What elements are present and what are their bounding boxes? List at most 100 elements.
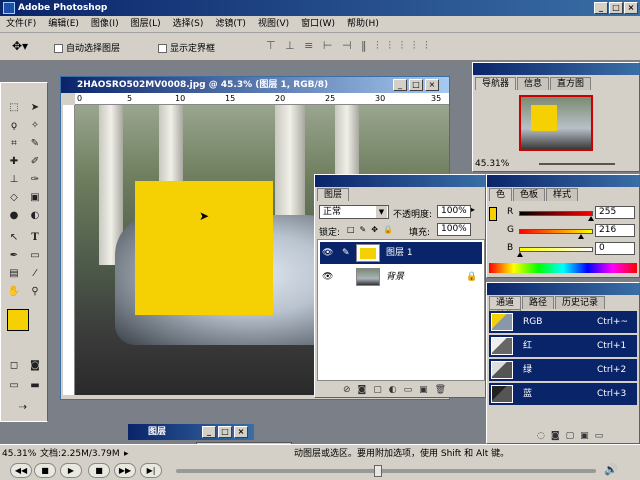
color-fg-swatch[interactable]	[489, 207, 497, 221]
layer-name[interactable]: 图层 1	[386, 242, 413, 264]
eye-icon[interactable]: 👁	[322, 242, 333, 264]
doc-minimize-button[interactable]: _	[393, 79, 407, 91]
layer-name[interactable]: 背景	[386, 266, 404, 288]
blur-tool-icon[interactable]: ●	[4, 207, 24, 224]
hand-tool-icon[interactable]: ✋	[4, 283, 24, 300]
dodge-tool-icon[interactable]: ◐	[25, 207, 45, 224]
chevron-down-icon[interactable]: ▼	[376, 206, 387, 218]
move-tool-icon[interactable]: ✥▾	[12, 39, 28, 53]
screen-mode-standard-icon[interactable]: ▭	[4, 377, 24, 394]
minimize-button[interactable]: _	[594, 2, 608, 14]
opacity-arrow-icon[interactable]: ▸	[471, 205, 475, 214]
navigator-zoom-slider[interactable]	[539, 163, 615, 165]
standard-mode-icon[interactable]: ◻	[4, 357, 24, 374]
layer-row-selected[interactable]: 👁 ✎ 图层 1	[320, 242, 482, 264]
zoom-tool-icon[interactable]: ⚲	[25, 283, 45, 300]
tab-layers[interactable]: 图层	[317, 188, 350, 201]
menu-filter[interactable]: 滤镜(T)	[209, 16, 252, 33]
seek-track[interactable]	[176, 469, 596, 473]
tab-channels[interactable]: 通道	[489, 296, 522, 309]
marquee-tool-icon[interactable]: ⬚	[4, 99, 24, 116]
tab-styles[interactable]: 样式	[546, 188, 579, 201]
status-zoom[interactable]: 45.31%	[2, 445, 36, 463]
yellow-layer-square[interactable]	[135, 181, 273, 315]
palette-close-button[interactable]: ×	[234, 426, 248, 438]
quickmask-mode-icon[interactable]: ◙	[25, 357, 45, 374]
minimized-layers-palette[interactable]: 图层 _ □ ×	[128, 424, 254, 440]
tab-navigator[interactable]: 导航器	[475, 77, 517, 90]
pen-tool-icon[interactable]: ✒	[4, 247, 24, 264]
navigator-zoom[interactable]: 45.31%	[475, 159, 509, 169]
stop-button[interactable]: ■	[88, 463, 110, 478]
crop-tool-icon[interactable]: ⌗	[4, 135, 24, 152]
type-tool-icon[interactable]: T	[25, 229, 45, 246]
rewind-button[interactable]: ◀◀	[10, 463, 32, 478]
channel-r-field[interactable]: 255	[595, 206, 635, 219]
gradient-tool-icon[interactable]: ▣	[25, 189, 45, 206]
palette-restore-button[interactable]: _	[202, 426, 216, 438]
maximize-button[interactable]: □	[609, 2, 623, 14]
channel-row[interactable]: 蓝 Ctrl+3	[489, 383, 637, 405]
fast-forward-button[interactable]: ▶▶	[114, 463, 136, 478]
show-bounds-option[interactable]: 显示定界框	[158, 41, 215, 54]
lock-options-icon[interactable]: □✎✥🔒	[347, 225, 398, 234]
slice-tool-icon[interactable]: ✎	[25, 135, 45, 152]
stamp-tool-icon[interactable]: ⊥	[4, 171, 24, 188]
opacity-field[interactable]: 100%	[437, 205, 471, 218]
menu-edit[interactable]: 编辑(E)	[42, 16, 85, 33]
menu-image[interactable]: 图像(I)	[85, 16, 125, 33]
eraser-tool-icon[interactable]: ◇	[4, 189, 24, 206]
fill-field[interactable]: 100%	[437, 223, 471, 236]
menu-window[interactable]: 窗口(W)	[295, 16, 341, 33]
brush-tool-icon[interactable]: ✐	[25, 153, 45, 170]
foreground-color-swatch[interactable]	[7, 309, 29, 331]
history-brush-icon[interactable]: ✑	[25, 171, 45, 188]
eye-icon[interactable]: 👁	[322, 266, 333, 288]
slider-thumb-icon[interactable]	[588, 216, 595, 221]
shape-tool-icon[interactable]: ▭	[25, 247, 45, 264]
channel-r-slider[interactable]	[519, 211, 595, 221]
color-spectrum-bar[interactable]	[489, 263, 637, 273]
status-arrow-icon[interactable]: ▸	[124, 445, 129, 463]
menu-help[interactable]: 帮助(H)	[341, 16, 385, 33]
navigator-thumbnail[interactable]	[519, 95, 593, 151]
align-buttons-icon[interactable]: ⊤ ⊥ ≡ ⊢ ⊣ ‖	[266, 39, 370, 52]
tab-swatches[interactable]: 色板	[513, 188, 546, 201]
channel-row[interactable]: RGB Ctrl+~	[489, 311, 637, 333]
blend-mode-select[interactable]: 正常 ▼	[319, 205, 389, 219]
next-button[interactable]: ▶|	[140, 463, 162, 478]
eyedropper-tool-icon[interactable]: ⁄	[25, 265, 45, 282]
doc-maximize-button[interactable]: □	[409, 79, 423, 91]
seek-thumb[interactable]	[374, 465, 382, 477]
healing-brush-icon[interactable]: ✚	[4, 153, 24, 170]
show-bounds-checkbox[interactable]	[158, 44, 167, 53]
channel-panel-buttons-icon[interactable]: ◌◙▢▣▭	[537, 431, 609, 441]
slider-thumb-icon[interactable]	[517, 252, 523, 257]
menu-layer[interactable]: 图层(L)	[125, 16, 167, 33]
channel-g-slider[interactable]	[519, 229, 593, 239]
doc-close-button[interactable]: ×	[425, 79, 439, 91]
auto-select-checkbox[interactable]	[54, 44, 63, 53]
move-tool-icon[interactable]: ➤	[25, 99, 45, 116]
notes-tool-icon[interactable]: ▤	[4, 265, 24, 282]
stop-button-left[interactable]: ■	[34, 463, 56, 478]
play-button[interactable]: ▶	[60, 463, 82, 478]
volume-icon[interactable]: 🔊	[604, 463, 618, 476]
channel-b-slider[interactable]	[517, 247, 593, 257]
palette-maximize-button[interactable]: □	[218, 426, 232, 438]
layer-row[interactable]: 👁 背景 🔒	[320, 266, 482, 288]
tab-paths[interactable]: 路径	[522, 296, 555, 309]
channel-row[interactable]: 红 Ctrl+1	[489, 335, 637, 357]
jump-to-imageready-icon[interactable]: ⇢	[13, 399, 33, 416]
tab-info[interactable]: 信息	[517, 77, 550, 90]
channel-g-field[interactable]: 216	[595, 224, 635, 237]
layer-panel-buttons-icon[interactable]: ⊘◙▢◐▭▣🗑	[343, 385, 453, 395]
path-select-icon[interactable]: ↖	[4, 229, 24, 246]
menu-view[interactable]: 视图(V)	[252, 16, 295, 33]
channel-row[interactable]: 绿 Ctrl+2	[489, 359, 637, 381]
distribute-buttons-icon[interactable]: ⫶ ⫶ ⫶ ⫶ ⫶	[376, 39, 431, 53]
tab-color[interactable]: 色	[489, 188, 513, 201]
lasso-tool-icon[interactable]: ϙ	[4, 117, 24, 134]
screen-mode-full-icon[interactable]: ▬	[25, 377, 45, 394]
channel-b-field[interactable]: 0	[595, 242, 635, 255]
